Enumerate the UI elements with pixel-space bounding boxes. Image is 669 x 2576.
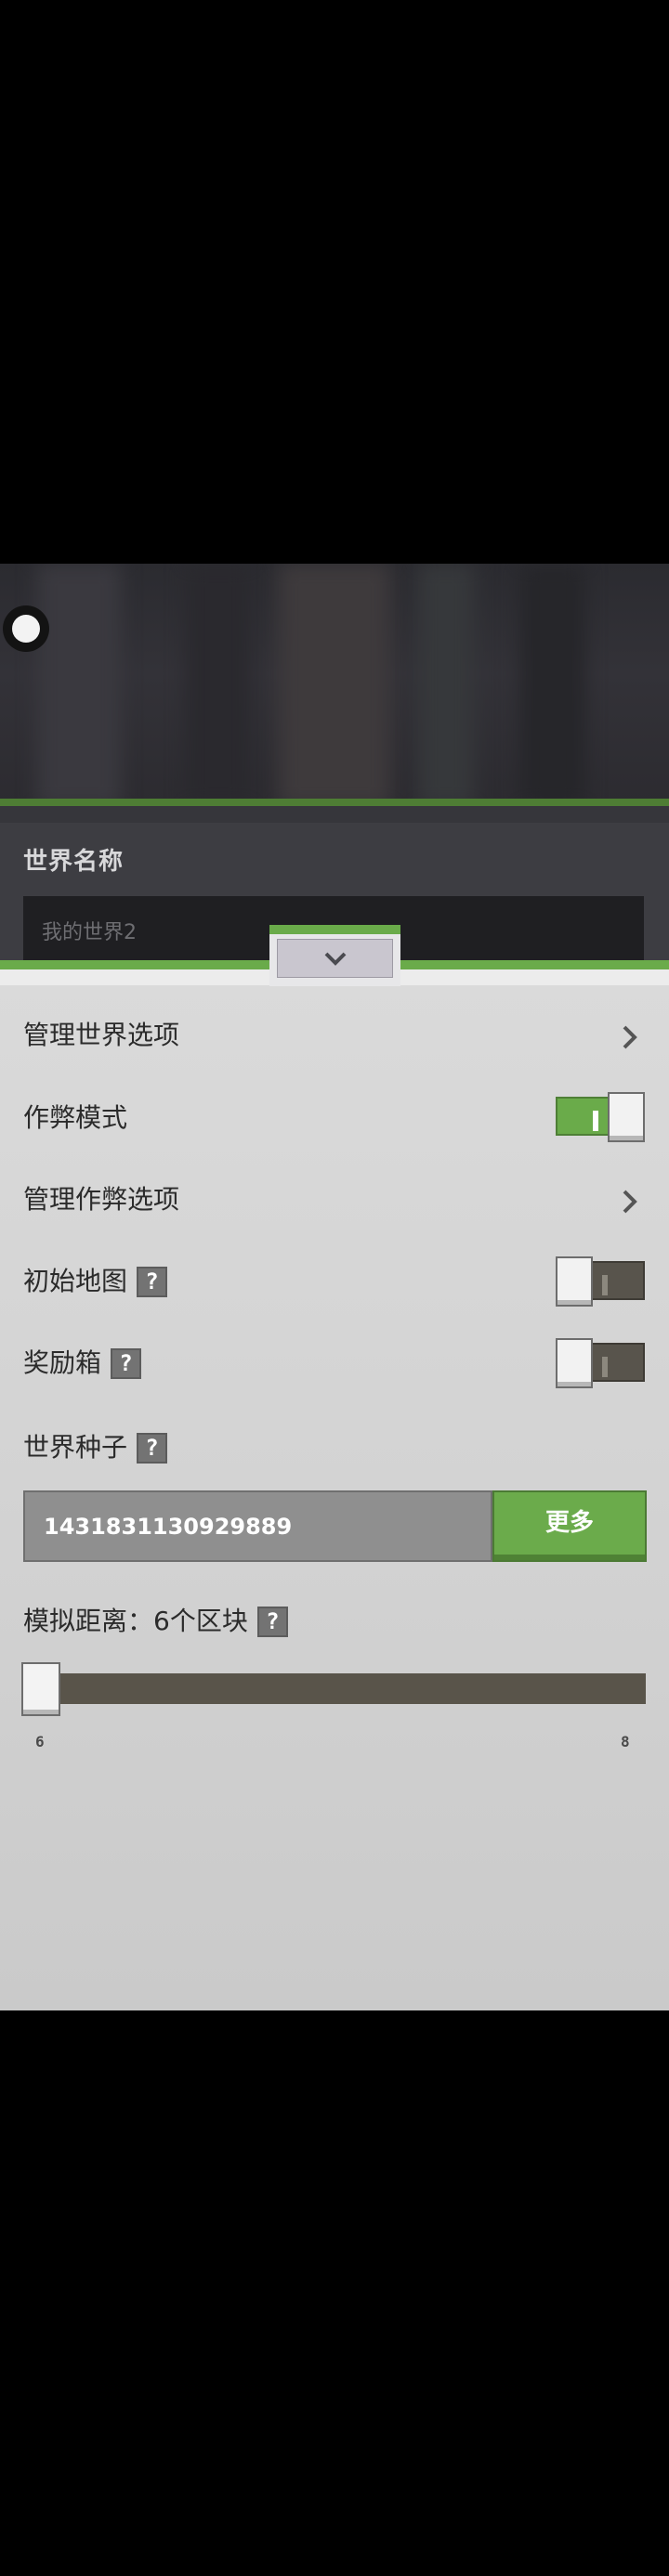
simulation-distance-label: 模拟距离：6个区块 [23, 1606, 248, 1636]
manage-cheat-options-row[interactable]: 管理作弊选项 [23, 1179, 179, 1220]
simulation-distance-slider[interactable] [42, 1673, 646, 1704]
slider-max-label: 8 [621, 1733, 630, 1750]
manage-cheat-options-label: 管理作弊选项 [23, 1184, 180, 1215]
slider-min-label: 6 [35, 1733, 45, 1750]
circle-icon [12, 615, 40, 643]
more-button[interactable]: 更多 [492, 1490, 647, 1562]
collapse-tab-accent [269, 925, 400, 934]
world-preview [0, 564, 669, 807]
chevron-down-icon [324, 952, 346, 966]
question-icon[interactable]: ? [137, 1432, 168, 1464]
starter-map-label: 初始地图 [23, 1266, 128, 1296]
world-seed-label: 世界种子 [23, 1432, 128, 1463]
back-button[interactable] [3, 605, 49, 652]
bonus-chest-row: 奖励箱 ? [23, 1343, 142, 1384]
section-header-strip [0, 806, 669, 823]
starter-map-toggle[interactable] [556, 1256, 645, 1307]
manage-world-options-row[interactable]: 管理世界选项 [23, 1015, 179, 1056]
preview-divider [0, 799, 669, 806]
question-icon[interactable]: ? [137, 1266, 168, 1297]
question-icon[interactable]: ? [256, 1606, 288, 1637]
cheat-mode-row: 作弊模式 [23, 1098, 127, 1138]
cheat-mode-label: 作弊模式 [23, 1102, 128, 1133]
slider-handle[interactable] [21, 1662, 60, 1716]
simulation-distance-row: 模拟距离：6个区块 ? [23, 1601, 288, 1642]
chevron-right-icon[interactable] [619, 1188, 641, 1216]
collapse-button[interactable] [277, 939, 393, 978]
chevron-right-icon[interactable] [619, 1023, 641, 1051]
bonus-chest-toggle[interactable] [556, 1338, 645, 1388]
starter-map-row: 初始地图 ? [23, 1261, 168, 1302]
question-icon[interactable]: ? [111, 1347, 142, 1379]
bonus-chest-label: 奖励箱 [23, 1347, 102, 1378]
cheat-mode-toggle[interactable] [556, 1092, 645, 1142]
world-seed-row: 世界种子 ? [23, 1427, 168, 1468]
world-seed-input[interactable]: 1431831130929889 [23, 1490, 492, 1562]
manage-world-options-label: 管理世界选项 [23, 1020, 180, 1050]
world-name-label: 世界名称 [23, 848, 125, 876]
